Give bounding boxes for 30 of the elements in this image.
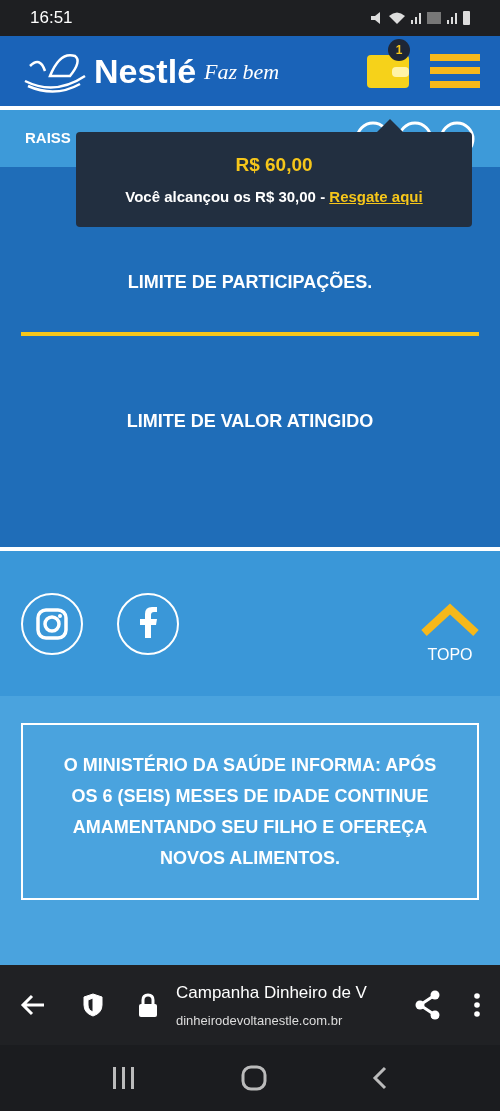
menu-icon[interactable] <box>430 54 480 88</box>
wallet-icon[interactable] <box>366 53 410 89</box>
reward-message: Você alcançou os R$ 30,00 - Resgate aqui <box>125 186 423 207</box>
battery-icon <box>463 11 470 25</box>
mute-icon <box>371 12 383 24</box>
brand-name: Nestlé <box>94 54 197 88</box>
shield-icon[interactable] <box>82 992 104 1018</box>
page-url: dinheirodevoltanestle.com.br <box>176 1012 344 1030</box>
health-notice-text: O MINISTÉRIO DA SAÚDE INFORMA: APÓS OS 6 (SEIS) MESES DE IDADE CONTINUE AMAMENTANDO SEU FILHO E OFEREÇA NOVOS ALIMENTOS. <box>62 753 438 870</box>
brand-tagline: Faz bem <box>204 57 280 86</box>
back-arrow-icon[interactable] <box>20 994 46 1016</box>
wifi-icon <box>389 12 405 24</box>
lock-icon <box>138 992 158 1018</box>
user-name: RAISS <box>25 128 71 149</box>
signal-icon <box>411 12 421 24</box>
more-options-icon[interactable] <box>474 993 480 1017</box>
back-icon[interactable] <box>371 1066 388 1090</box>
redeem-link[interactable]: Resgate aqui <box>329 187 423 205</box>
signal-icon <box>447 12 457 24</box>
page-title: Campanha Dinheiro de V <box>176 981 368 1004</box>
reward-amount: R$ 60,00 <box>235 153 313 177</box>
notification-badge: 1 <box>388 39 410 61</box>
notice-line: LIMITE DE PARTICIPAÇÕES. <box>127 270 373 294</box>
facebook-icon[interactable] <box>116 591 180 656</box>
home-icon[interactable] <box>241 1065 267 1091</box>
status-time: 16:51 <box>30 7 73 30</box>
notice-line: LIMITE DE VALOR ATINGIDO <box>126 410 374 433</box>
share-icon[interactable] <box>414 990 442 1020</box>
instagram-icon[interactable] <box>20 591 84 656</box>
recent-apps-icon[interactable] <box>112 1067 137 1089</box>
